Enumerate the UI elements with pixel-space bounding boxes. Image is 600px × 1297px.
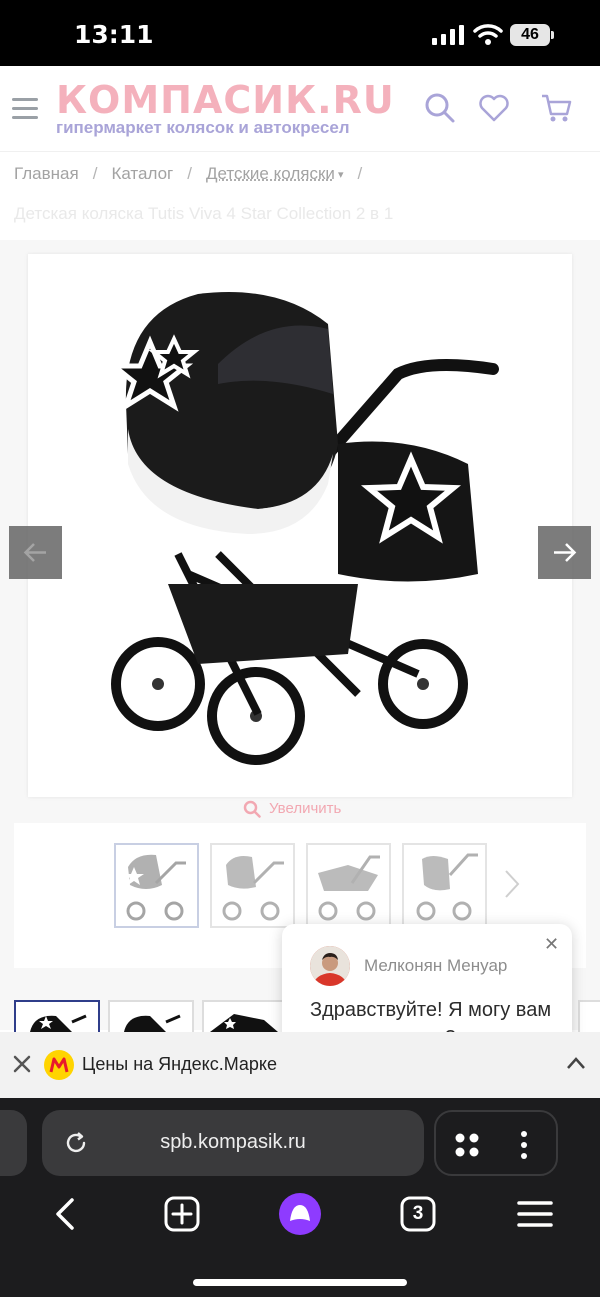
breadcrumb: Главная / Каталог / Детские коляски ▾ / bbox=[14, 164, 363, 183]
favorites-heart-icon[interactable] bbox=[478, 92, 510, 124]
page: 13:11 46 КОМПАСИК.RU гипермаркет колясок… bbox=[0, 0, 600, 1297]
avatar bbox=[310, 946, 350, 986]
color-variant-4[interactable] bbox=[578, 1000, 600, 1034]
breadcrumb-catalog[interactable]: Каталог bbox=[111, 164, 173, 183]
thumbnail-4[interactable] bbox=[402, 843, 487, 928]
zoom-link[interactable]: Увеличить bbox=[243, 800, 341, 818]
close-icon[interactable]: ✕ bbox=[544, 934, 559, 955]
close-icon[interactable] bbox=[12, 1054, 32, 1074]
chevron-up-icon[interactable] bbox=[566, 1056, 586, 1070]
cart-icon[interactable] bbox=[540, 92, 572, 124]
magnifier-icon bbox=[243, 800, 261, 818]
stroller-illustration bbox=[106, 292, 499, 765]
chevron-right-icon[interactable] bbox=[504, 869, 520, 899]
new-tab-icon[interactable] bbox=[162, 1194, 202, 1234]
search-icon[interactable] bbox=[424, 92, 456, 124]
market-banner-text: Цены на Яндекс.Марке bbox=[82, 1054, 277, 1074]
zoom-label: Увеличить bbox=[269, 800, 342, 817]
breadcrumb-strollers[interactable]: Детские коляски bbox=[206, 164, 335, 183]
page-title: Детская коляска Tutis Viva 4 Star Collec… bbox=[14, 204, 394, 223]
gallery-prev-button[interactable] bbox=[9, 526, 62, 579]
address-url: spb.kompasik.ru bbox=[160, 1131, 306, 1153]
chat-agent-name: Мелконян Менуар bbox=[364, 956, 508, 975]
wifi-icon bbox=[473, 24, 503, 45]
color-variant-1[interactable] bbox=[14, 1000, 100, 1034]
browser-menu-pill bbox=[434, 1110, 558, 1176]
arrow-right-icon bbox=[554, 543, 577, 562]
logo-brand: КОМПАСИК.RU bbox=[56, 78, 395, 122]
color-variant-2[interactable] bbox=[108, 1000, 194, 1034]
chevron-down-icon[interactable]: ▾ bbox=[335, 169, 344, 181]
site-logo[interactable]: КОМПАСИК.RU гипермаркет колясок и автокр… bbox=[56, 80, 396, 140]
back-icon[interactable] bbox=[46, 1194, 86, 1234]
yandex-market-logo-icon bbox=[44, 1050, 74, 1080]
more-vertical-icon[interactable] bbox=[520, 1130, 528, 1160]
thumbnail-1[interactable] bbox=[114, 843, 199, 928]
battery-icon: 46 bbox=[510, 24, 554, 46]
product-main-image[interactable] bbox=[28, 254, 572, 797]
gallery-next-button[interactable] bbox=[538, 526, 591, 579]
breadcrumb-home[interactable]: Главная bbox=[14, 164, 79, 183]
address-bar[interactable]: spb.kompasik.ru bbox=[42, 1110, 424, 1176]
alice-assistant-icon[interactable] bbox=[278, 1192, 322, 1236]
hamburger-menu-icon[interactable] bbox=[515, 1194, 555, 1234]
cellular-signal-icon bbox=[432, 25, 464, 45]
browser-nav-row: 3 bbox=[0, 1192, 600, 1244]
color-variant-3[interactable] bbox=[202, 1000, 288, 1034]
arrow-left-icon bbox=[23, 543, 46, 562]
apps-grid-icon[interactable] bbox=[454, 1132, 480, 1158]
tabs-counter-button[interactable]: 3 bbox=[398, 1194, 438, 1234]
battery-level: 46 bbox=[510, 24, 550, 46]
site-header: КОМПАСИК.RU гипермаркет колясок и автокр… bbox=[0, 66, 600, 152]
previous-tab-pill[interactable] bbox=[0, 1110, 27, 1176]
thumbnail-2[interactable] bbox=[210, 843, 295, 928]
browser-toolbar: spb.kompasik.ru 3 bbox=[0, 1098, 600, 1297]
menu-icon[interactable] bbox=[12, 98, 38, 120]
logo-tagline: гипермаркет колясок и автокресел bbox=[56, 118, 350, 137]
status-time: 13:11 bbox=[74, 20, 154, 49]
tabs-count: 3 bbox=[412, 1203, 424, 1224]
thumbnail-3[interactable] bbox=[306, 843, 391, 928]
status-bar: 13:11 46 bbox=[0, 0, 600, 66]
market-price-banner[interactable]: Цены на Яндекс.Марке bbox=[0, 1032, 600, 1098]
home-indicator[interactable] bbox=[193, 1279, 407, 1286]
